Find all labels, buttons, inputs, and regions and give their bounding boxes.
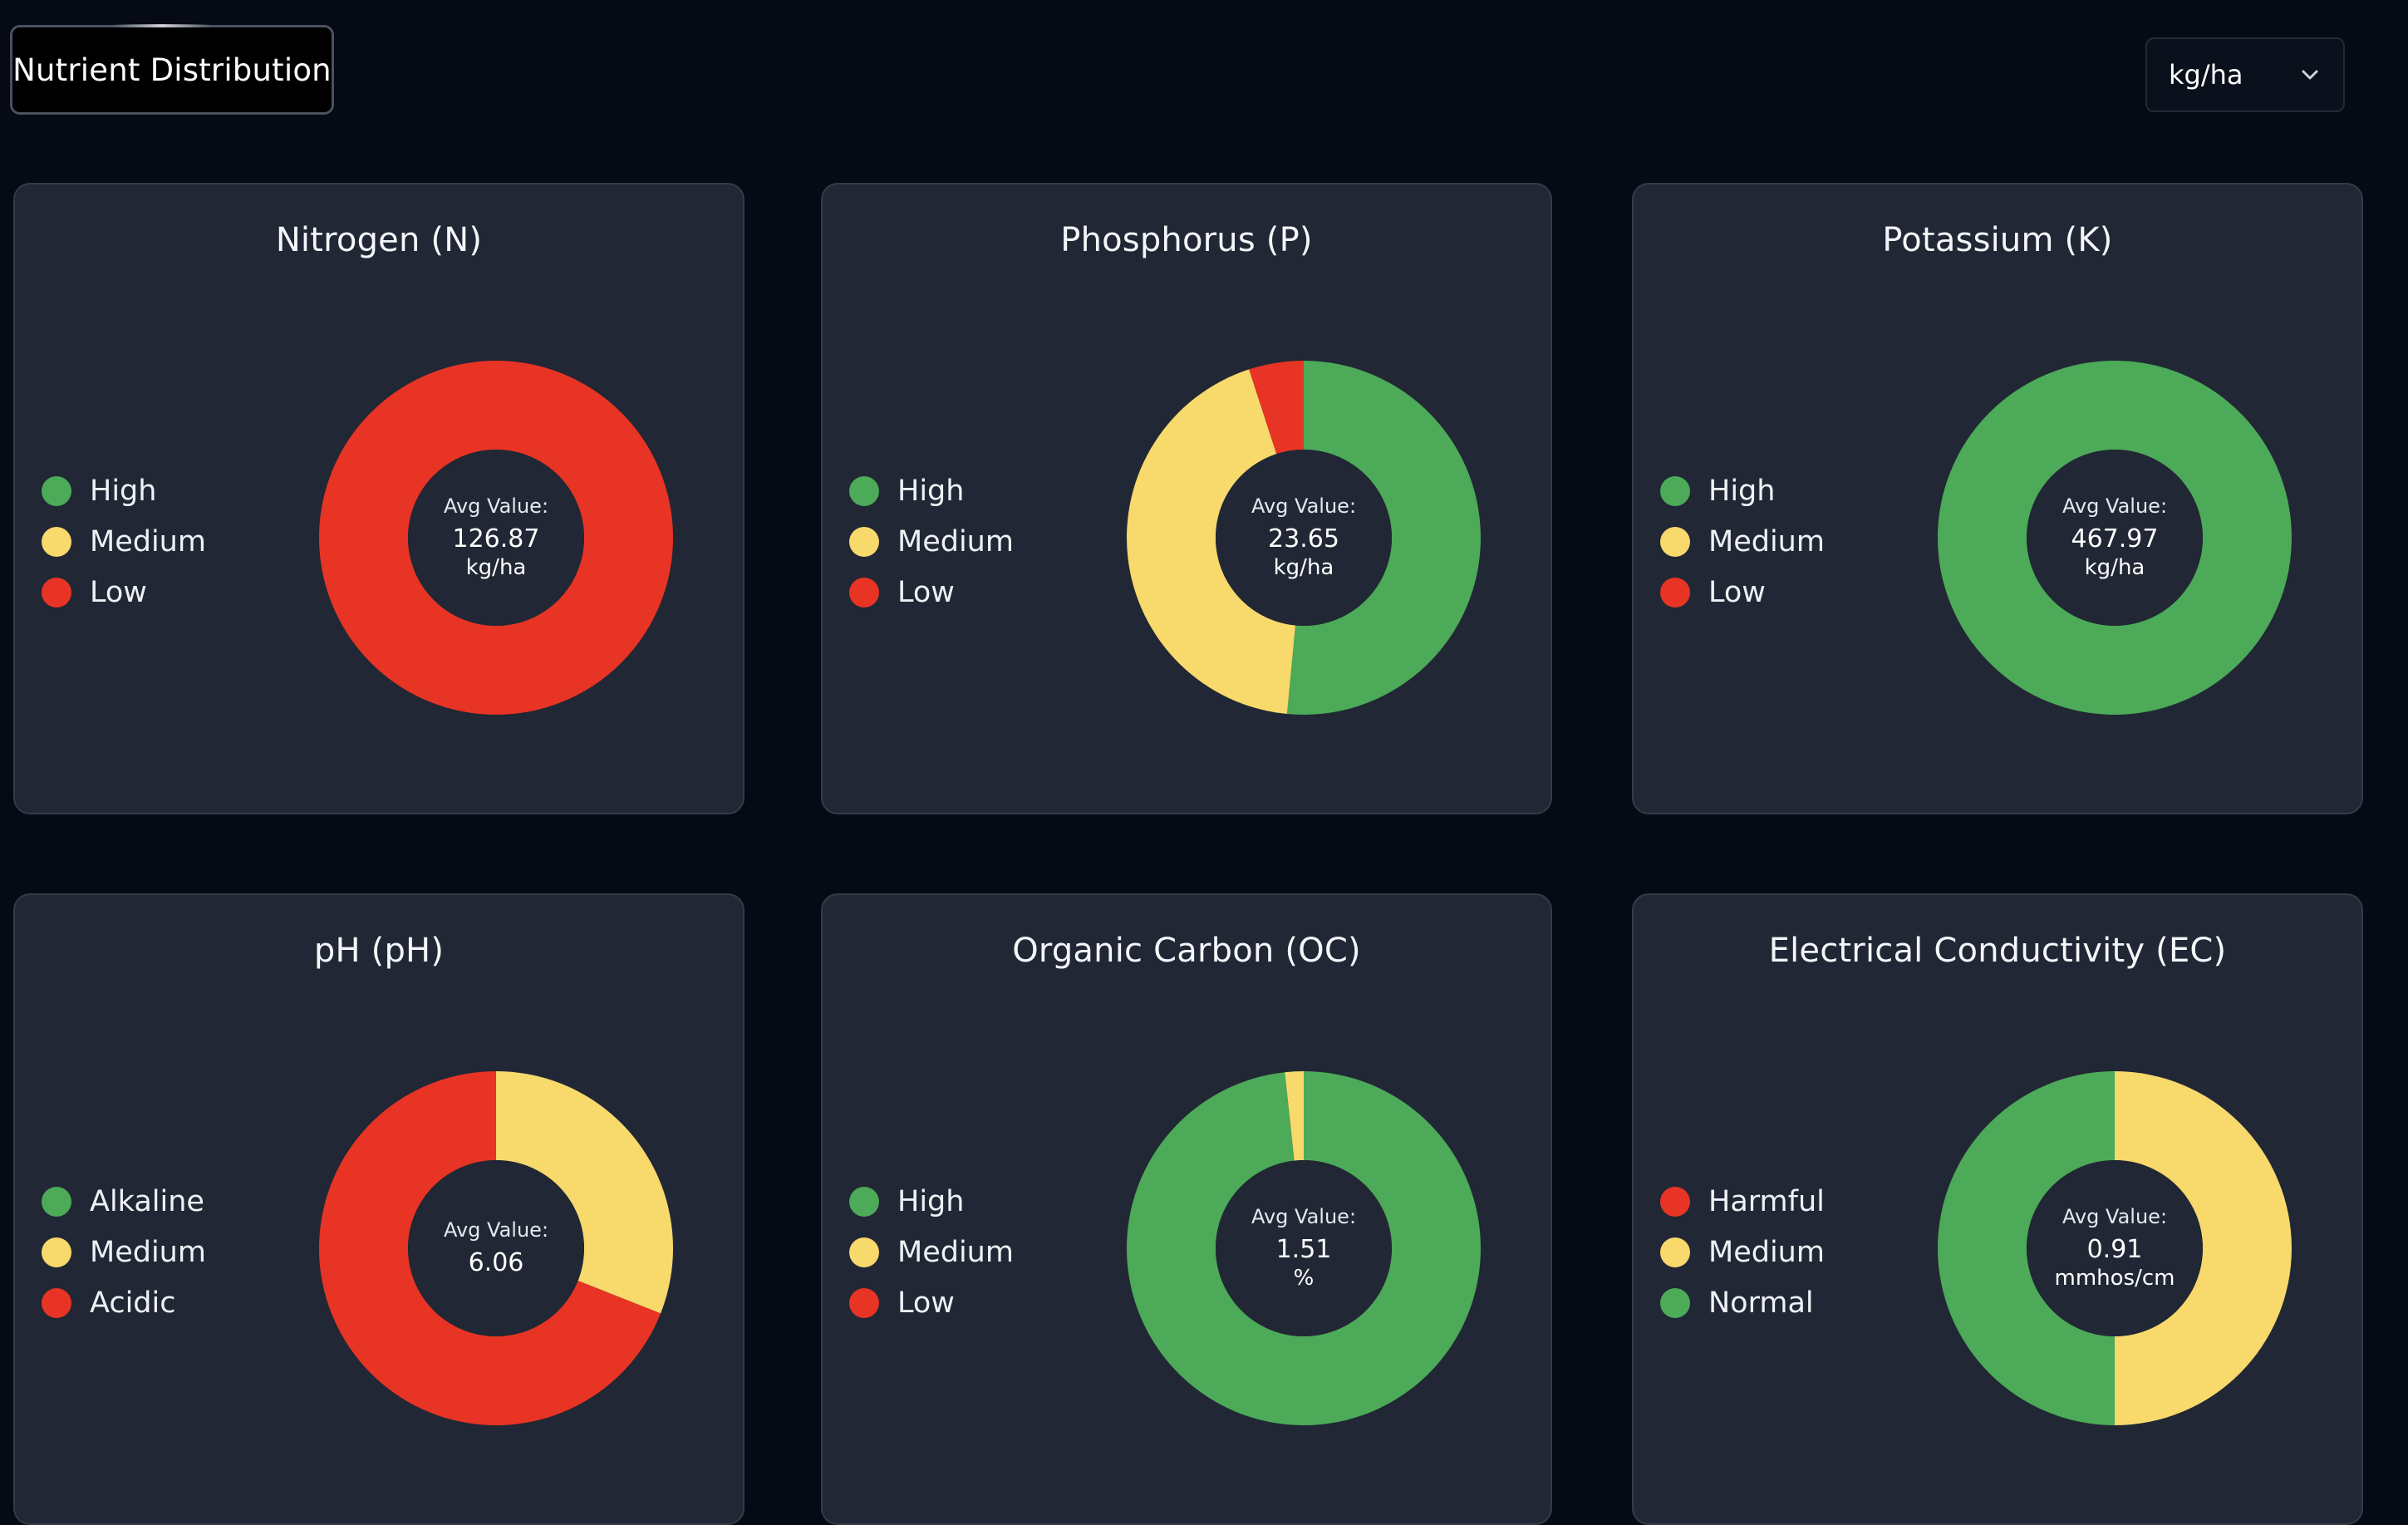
card-title: Electrical Conductivity (EC) — [1768, 932, 2227, 970]
legend-dot — [42, 475, 71, 506]
legend-dot — [849, 1287, 879, 1318]
nutrient-card: Nitrogen (N) High Medium Low Avg Value: … — [13, 183, 745, 814]
legend-item[interactable]: Medium — [849, 516, 1014, 567]
donut-hole — [2027, 1160, 2203, 1336]
legend-label: Low — [897, 1286, 955, 1320]
chart-legend: High Medium Low — [849, 1176, 1014, 1328]
legend-label: Medium — [90, 1235, 206, 1269]
donut-chart — [1127, 361, 1481, 715]
legend-label: Low — [1708, 575, 1766, 609]
nutrient-distribution-tab[interactable]: Nutrient Distribution — [10, 24, 334, 115]
legend-item[interactable]: Medium — [849, 1227, 1014, 1277]
legend-item[interactable]: Low — [42, 567, 206, 617]
legend-label: Medium — [90, 524, 206, 558]
chart-legend: Harmful Medium Normal — [1660, 1176, 1825, 1328]
donut-hole — [408, 450, 584, 626]
legend-item[interactable]: Harmful — [1660, 1176, 1825, 1227]
legend-item[interactable]: High — [849, 465, 1014, 516]
legend-label: Medium — [897, 1235, 1014, 1269]
unit-select-value: kg/ha — [2169, 59, 2243, 91]
legend-dot — [1660, 1287, 1690, 1318]
legend-dot — [42, 526, 71, 557]
legend-dot — [42, 577, 71, 608]
donut-chart — [1938, 1071, 2292, 1425]
chart-legend: Alkaline Medium Acidic — [42, 1176, 206, 1328]
legend-item[interactable]: High — [849, 1176, 1014, 1227]
legend-label: High — [897, 1184, 965, 1218]
legend-item[interactable]: Low — [1660, 567, 1825, 617]
donut-hole — [1216, 450, 1392, 626]
legend-item[interactable]: Medium — [1660, 516, 1825, 567]
card-title: Phosphorus (P) — [1060, 221, 1313, 259]
legend-dot — [849, 475, 879, 506]
legend-label: Medium — [897, 524, 1014, 558]
legend-dot — [1660, 577, 1690, 608]
chart-legend: High Medium Low — [1660, 465, 1825, 617]
legend-item[interactable]: Medium — [42, 1227, 206, 1277]
chart-legend: High Medium Low — [849, 465, 1014, 617]
legend-item[interactable]: High — [1660, 465, 1825, 516]
legend-dot — [1660, 526, 1690, 557]
card-title: Nitrogen (N) — [275, 221, 483, 259]
legend-label: Medium — [1708, 524, 1825, 558]
donut-chart — [319, 1071, 673, 1425]
donut-hole — [2027, 450, 2203, 626]
legend-item[interactable]: Normal — [1660, 1277, 1825, 1328]
legend-label: Medium — [1708, 1235, 1825, 1269]
legend-dot — [1660, 1186, 1690, 1217]
legend-item[interactable]: Medium — [1660, 1227, 1825, 1277]
tab-label: Nutrient Distribution — [12, 52, 332, 88]
legend-label: High — [90, 474, 157, 508]
legend-item[interactable]: High — [42, 465, 206, 516]
nutrient-card: Potassium (K) High Medium Low Avg Value:… — [1632, 183, 2363, 814]
legend-label: Normal — [1708, 1286, 1814, 1320]
nutrient-card: Electrical Conductivity (EC) Harmful Med… — [1632, 893, 2363, 1525]
card-title: Organic Carbon (OC) — [1012, 932, 1361, 970]
legend-dot — [1660, 475, 1690, 506]
legend-item[interactable]: Alkaline — [42, 1176, 206, 1227]
legend-label: Low — [897, 575, 955, 609]
nutrient-card: Organic Carbon (OC) High Medium Low Avg … — [821, 893, 1552, 1525]
legend-label: Acidic — [90, 1286, 176, 1320]
legend-dot — [849, 1186, 879, 1217]
nutrient-card: pH (pH) Alkaline Medium Acidic Avg Value… — [13, 893, 745, 1525]
legend-dot — [849, 526, 879, 557]
legend-label: Harmful — [1708, 1184, 1825, 1218]
legend-item[interactable]: Low — [849, 567, 1014, 617]
legend-dot — [849, 577, 879, 608]
card-title: pH (pH) — [313, 932, 445, 970]
legend-item[interactable]: Low — [849, 1277, 1014, 1328]
legend-dot — [42, 1287, 71, 1318]
card-title: Potassium (K) — [1882, 221, 2113, 259]
legend-item[interactable]: Acidic — [42, 1277, 206, 1328]
donut-chart — [1938, 361, 2292, 715]
donut-chart — [1127, 1071, 1481, 1425]
legend-dot — [42, 1237, 71, 1267]
legend-label: Alkaline — [90, 1184, 204, 1218]
chart-legend: High Medium Low — [42, 465, 206, 617]
donut-chart — [319, 361, 673, 715]
donut-hole — [408, 1160, 584, 1336]
chevron-down-icon — [2302, 70, 2318, 80]
nutrient-card: Phosphorus (P) High Medium Low Avg Value… — [821, 183, 1552, 814]
legend-label: Low — [90, 575, 147, 609]
legend-label: High — [897, 474, 965, 508]
unit-select[interactable]: kg/ha — [2145, 37, 2345, 112]
legend-item[interactable]: Medium — [42, 516, 206, 567]
donut-hole — [1216, 1160, 1392, 1336]
legend-dot — [849, 1237, 879, 1267]
legend-label: High — [1708, 474, 1776, 508]
legend-dot — [42, 1186, 71, 1217]
legend-dot — [1660, 1237, 1690, 1267]
